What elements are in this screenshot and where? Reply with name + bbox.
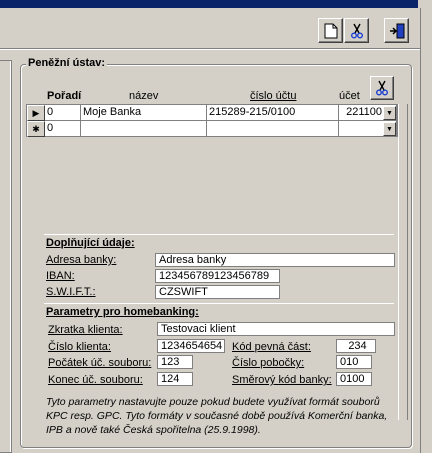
- groupbox-title: Peněžní ústav:: [26, 57, 108, 69]
- swift-field[interactable]: CZSWIFT: [155, 285, 280, 299]
- column-header-name[interactable]: název: [129, 90, 158, 102]
- swift-label: S.W.I.F.T.:: [46, 286, 96, 298]
- homebanking-note: Tyto parametry nastavujte pouze pokud bu…: [46, 396, 388, 436]
- new-row-icon: ✱: [32, 123, 40, 134]
- bank-grid[interactable]: ▶ 0 Moje Banka 215289-215/0100 221100 ▼ …: [26, 104, 398, 137]
- title-bar-gap: [418, 0, 432, 8]
- bank-code-field[interactable]: 0100: [336, 372, 372, 386]
- scissors-icon: [376, 80, 388, 96]
- homebanking-section-title: Parametry pro homebanking:: [46, 306, 199, 318]
- exit-door-icon: [389, 23, 404, 38]
- chevron-down-icon: ▼: [386, 109, 393, 117]
- row-selector-current[interactable]: ▶: [27, 105, 45, 121]
- branch-field[interactable]: 010: [336, 355, 372, 369]
- cut-button[interactable]: [344, 18, 369, 43]
- new-record-button[interactable]: [318, 18, 343, 43]
- toolbar-separator: [0, 48, 432, 50]
- left-panel-edge: [0, 60, 12, 453]
- column-header-ucet[interactable]: účet: [339, 90, 360, 102]
- file-end-label: Konec úč. souboru:: [48, 374, 143, 386]
- fixed-code-field[interactable]: 234: [336, 339, 376, 353]
- address-field[interactable]: Adresa banky: [155, 253, 395, 267]
- vertical-scrollbar[interactable]: [398, 104, 408, 420]
- extra-section-title: Doplňující údaje:: [46, 237, 135, 249]
- column-header-account[interactable]: číslo účtu: [250, 90, 296, 102]
- file-end-field[interactable]: 124: [157, 372, 193, 386]
- window-right-edge: [420, 8, 432, 453]
- grid-cut-button[interactable]: [370, 76, 394, 100]
- table-cell-name[interactable]: Moje Banka: [81, 105, 207, 121]
- table-cell-order[interactable]: 0: [45, 121, 81, 137]
- address-label: Adresa banky:: [46, 254, 117, 266]
- title-bar-strip: [0, 0, 432, 8]
- file-start-field[interactable]: 123: [157, 355, 193, 369]
- table-cell-account[interactable]: [207, 121, 339, 137]
- table-cell-account[interactable]: 215289-215/0100: [207, 105, 339, 121]
- divider: [44, 234, 394, 235]
- scissors-icon: [350, 23, 363, 38]
- row-selector-new[interactable]: ✱: [27, 121, 45, 137]
- table-cell-order[interactable]: 0: [45, 105, 81, 121]
- current-row-icon: ▶: [32, 107, 40, 118]
- file-start-label: Počátek úč. souboru:: [48, 357, 152, 369]
- client-no-field[interactable]: 1234654654: [157, 339, 225, 353]
- bank-code-label: Směrový kód banky:: [232, 374, 332, 386]
- column-header-order[interactable]: Pořadí: [47, 90, 81, 102]
- ucet-dropdown-arrow[interactable]: ▼: [383, 106, 396, 120]
- iban-field[interactable]: 123456789123456789: [155, 269, 280, 283]
- client-abbr-field[interactable]: Testovaci klient: [157, 322, 395, 336]
- iban-label: IBAN:: [46, 270, 75, 282]
- client-no-label: Číslo klienta:: [48, 341, 111, 353]
- new-document-icon: [324, 23, 337, 38]
- exit-button[interactable]: [384, 18, 409, 43]
- client-abbr-label: Zkratka klienta:: [48, 324, 123, 336]
- ucet-dropdown-arrow[interactable]: ▼: [383, 122, 396, 136]
- chevron-down-icon: ▼: [386, 125, 393, 133]
- divider: [44, 303, 394, 304]
- fixed-code-label: Kód pevná část:: [232, 341, 311, 353]
- branch-label: Číslo pobočky:: [232, 357, 305, 369]
- table-cell-name[interactable]: [81, 121, 207, 137]
